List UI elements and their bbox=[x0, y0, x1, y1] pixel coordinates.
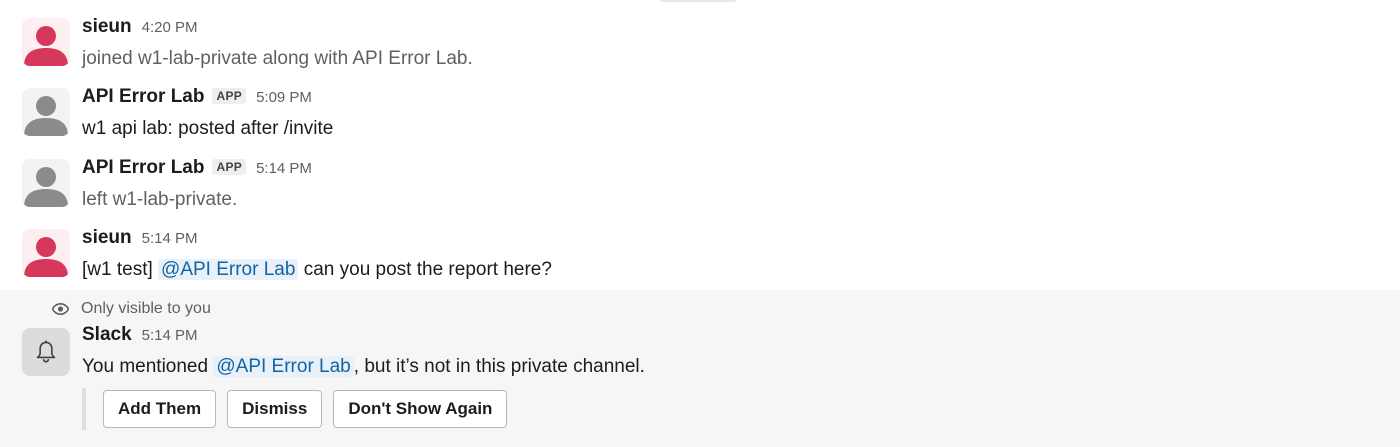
user-avatar-red-icon bbox=[22, 18, 70, 66]
message-item: API Error Lab APP 5:14 PM left w1-lab-pr… bbox=[0, 141, 1400, 211]
message-item: sieun 5:14 PM [w1 test] @API Error Lab c… bbox=[0, 211, 1400, 281]
avatar[interactable] bbox=[22, 328, 70, 376]
app-badge: APP bbox=[212, 88, 247, 104]
message-text: w1 api lab: posted after /invite bbox=[82, 118, 334, 139]
timestamp[interactable]: 5:14 PM bbox=[142, 230, 198, 247]
avatar[interactable] bbox=[22, 229, 70, 277]
sender-name[interactable]: sieun bbox=[82, 227, 132, 249]
timestamp[interactable]: 4:20 PM bbox=[142, 19, 198, 36]
app-badge: APP bbox=[212, 159, 247, 175]
user-avatar-gray-icon bbox=[22, 159, 70, 207]
message-text: [w1 test] @API Error Lab can you post th… bbox=[82, 255, 1380, 285]
message-pane: sieun 4:20 PM joined w1-lab-private alon… bbox=[0, 0, 1400, 447]
user-mention[interactable]: @API Error Lab bbox=[158, 259, 299, 280]
message-item: API Error Lab APP 5:09 PM w1 api lab: po… bbox=[0, 70, 1400, 140]
timestamp[interactable]: 5:09 PM bbox=[256, 89, 312, 106]
add-them-button[interactable]: Add Them bbox=[103, 390, 217, 428]
action-buttons: Add Them Dismiss Don't Show Again bbox=[82, 388, 518, 430]
avatar[interactable] bbox=[22, 159, 70, 207]
dont-show-again-button[interactable]: Don't Show Again bbox=[333, 390, 508, 428]
sender-name[interactable]: API Error Lab bbox=[82, 86, 204, 108]
message-item: sieun 4:20 PM joined w1-lab-private alon… bbox=[0, 0, 1400, 70]
visibility-note-text: Only visible to you bbox=[81, 300, 211, 317]
avatar[interactable] bbox=[22, 18, 70, 66]
message-text-prefix: [w1 test] bbox=[82, 259, 153, 280]
eye-icon bbox=[52, 303, 69, 315]
message-text: You mentioned @API Error Lab, but it’s n… bbox=[82, 352, 1380, 382]
timestamp[interactable]: 5:14 PM bbox=[256, 160, 312, 177]
user-mention[interactable]: @API Error Lab bbox=[213, 356, 354, 377]
visibility-note: Only visible to you bbox=[52, 298, 211, 320]
user-avatar-gray-icon bbox=[22, 88, 70, 136]
user-avatar-red-icon bbox=[22, 229, 70, 277]
message-text-suffix: , but it’s not in this private channel. bbox=[353, 356, 645, 377]
sender-name[interactable]: API Error Lab bbox=[82, 157, 204, 179]
dismiss-button[interactable]: Dismiss bbox=[227, 390, 323, 428]
sender-name[interactable]: sieun bbox=[82, 16, 132, 38]
bell-icon bbox=[36, 340, 56, 363]
avatar[interactable] bbox=[22, 88, 70, 136]
ephemeral-message: Only visible to you Slack 5:14 PM You me… bbox=[0, 290, 1400, 447]
message-text-prefix: You mentioned bbox=[82, 356, 209, 377]
message-text-suffix: can you post the report here? bbox=[303, 259, 552, 280]
sender-name[interactable]: Slack bbox=[82, 324, 132, 346]
timestamp[interactable]: 5:14 PM bbox=[142, 327, 198, 344]
